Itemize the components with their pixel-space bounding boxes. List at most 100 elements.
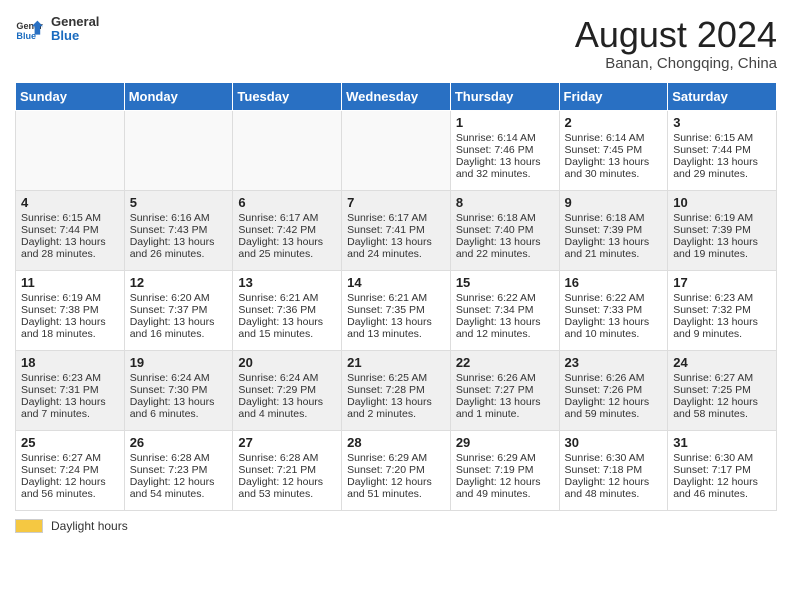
day-number: 27: [238, 435, 336, 450]
cell-text: and 22 minutes.: [456, 248, 554, 260]
cell-text: Sunrise: 6:26 AM: [456, 372, 554, 384]
cell-text: and 13 minutes.: [347, 328, 445, 340]
calendar-cell: 28Sunrise: 6:29 AMSunset: 7:20 PMDayligh…: [342, 430, 451, 510]
calendar-cell: 24Sunrise: 6:27 AMSunset: 7:25 PMDayligh…: [668, 350, 777, 430]
cell-text: Sunset: 7:39 PM: [565, 224, 663, 236]
cell-text: and 46 minutes.: [673, 488, 771, 500]
footer-label: Daylight hours: [51, 519, 128, 533]
day-number: 1: [456, 115, 554, 130]
weekday-header-monday: Monday: [124, 82, 233, 110]
calendar-cell: 7Sunrise: 6:17 AMSunset: 7:41 PMDaylight…: [342, 190, 451, 270]
cell-text: Sunset: 7:35 PM: [347, 304, 445, 316]
week-row-1: 1Sunrise: 6:14 AMSunset: 7:46 PMDaylight…: [16, 110, 777, 190]
title-area: August 2024 Banan, Chongqing, China: [575, 15, 777, 72]
cell-text: Sunrise: 6:19 AM: [21, 292, 119, 304]
cell-text: Daylight: 12 hours: [456, 476, 554, 488]
cell-text: Sunset: 7:46 PM: [456, 144, 554, 156]
calendar-cell: 27Sunrise: 6:28 AMSunset: 7:21 PMDayligh…: [233, 430, 342, 510]
cell-text: Sunset: 7:43 PM: [130, 224, 228, 236]
day-number: 15: [456, 275, 554, 290]
calendar-cell: 1Sunrise: 6:14 AMSunset: 7:46 PMDaylight…: [450, 110, 559, 190]
cell-text: Daylight: 13 hours: [565, 156, 663, 168]
calendar-cell: 3Sunrise: 6:15 AMSunset: 7:44 PMDaylight…: [668, 110, 777, 190]
cell-text: Daylight: 13 hours: [456, 156, 554, 168]
cell-text: and 59 minutes.: [565, 408, 663, 420]
day-number: 3: [673, 115, 771, 130]
weekday-header-tuesday: Tuesday: [233, 82, 342, 110]
cell-text: Sunrise: 6:18 AM: [565, 212, 663, 224]
cell-text: and 1 minute.: [456, 408, 554, 420]
cell-text: Sunset: 7:36 PM: [238, 304, 336, 316]
weekday-header-saturday: Saturday: [668, 82, 777, 110]
calendar-cell: 4Sunrise: 6:15 AMSunset: 7:44 PMDaylight…: [16, 190, 125, 270]
day-number: 8: [456, 195, 554, 210]
cell-text: Sunrise: 6:30 AM: [565, 452, 663, 464]
cell-text: Sunset: 7:17 PM: [673, 464, 771, 476]
daylight-color-box: [15, 519, 43, 533]
cell-text: Sunset: 7:25 PM: [673, 384, 771, 396]
calendar-cell: 13Sunrise: 6:21 AMSunset: 7:36 PMDayligh…: [233, 270, 342, 350]
calendar-cell: 30Sunrise: 6:30 AMSunset: 7:18 PMDayligh…: [559, 430, 668, 510]
day-number: 17: [673, 275, 771, 290]
cell-text: and 24 minutes.: [347, 248, 445, 260]
cell-text: and 4 minutes.: [238, 408, 336, 420]
calendar-cell: 23Sunrise: 6:26 AMSunset: 7:26 PMDayligh…: [559, 350, 668, 430]
cell-text: Sunset: 7:20 PM: [347, 464, 445, 476]
logo: General Blue General Blue: [15, 15, 99, 44]
day-number: 30: [565, 435, 663, 450]
cell-text: Sunset: 7:18 PM: [565, 464, 663, 476]
calendar-cell: [233, 110, 342, 190]
cell-text: Sunrise: 6:18 AM: [456, 212, 554, 224]
cell-text: and 21 minutes.: [565, 248, 663, 260]
main-title: August 2024: [575, 15, 777, 55]
cell-text: and 30 minutes.: [565, 168, 663, 180]
day-number: 29: [456, 435, 554, 450]
cell-text: Daylight: 13 hours: [21, 236, 119, 248]
cell-text: Sunrise: 6:16 AM: [130, 212, 228, 224]
day-number: 2: [565, 115, 663, 130]
calendar-cell: 22Sunrise: 6:26 AMSunset: 7:27 PMDayligh…: [450, 350, 559, 430]
cell-text: Sunset: 7:45 PM: [565, 144, 663, 156]
day-number: 7: [347, 195, 445, 210]
cell-text: Sunrise: 6:19 AM: [673, 212, 771, 224]
cell-text: Daylight: 13 hours: [130, 396, 228, 408]
header: General Blue General Blue August 2024 Ba…: [15, 15, 777, 72]
cell-text: Sunset: 7:27 PM: [456, 384, 554, 396]
cell-text: and 49 minutes.: [456, 488, 554, 500]
cell-text: Daylight: 13 hours: [673, 236, 771, 248]
logo-general: General: [51, 15, 99, 29]
cell-text: Sunset: 7:40 PM: [456, 224, 554, 236]
footer: Daylight hours: [15, 519, 777, 533]
cell-text: Sunrise: 6:21 AM: [238, 292, 336, 304]
cell-text: Sunrise: 6:24 AM: [130, 372, 228, 384]
cell-text: and 48 minutes.: [565, 488, 663, 500]
cell-text: and 15 minutes.: [238, 328, 336, 340]
cell-text: and 53 minutes.: [238, 488, 336, 500]
logo-icon: General Blue: [15, 15, 43, 43]
cell-text: Sunset: 7:38 PM: [21, 304, 119, 316]
cell-text: Sunset: 7:39 PM: [673, 224, 771, 236]
cell-text: Sunset: 7:23 PM: [130, 464, 228, 476]
calendar-cell: [342, 110, 451, 190]
day-number: 18: [21, 355, 119, 370]
cell-text: Sunrise: 6:29 AM: [456, 452, 554, 464]
cell-text: Daylight: 13 hours: [21, 396, 119, 408]
cell-text: and 2 minutes.: [347, 408, 445, 420]
svg-text:Blue: Blue: [16, 31, 36, 41]
cell-text: and 18 minutes.: [21, 328, 119, 340]
calendar-cell: 11Sunrise: 6:19 AMSunset: 7:38 PMDayligh…: [16, 270, 125, 350]
calendar-cell: 14Sunrise: 6:21 AMSunset: 7:35 PMDayligh…: [342, 270, 451, 350]
day-number: 25: [21, 435, 119, 450]
cell-text: and 26 minutes.: [130, 248, 228, 260]
cell-text: Daylight: 13 hours: [565, 316, 663, 328]
cell-text: and 29 minutes.: [673, 168, 771, 180]
calendar-cell: 21Sunrise: 6:25 AMSunset: 7:28 PMDayligh…: [342, 350, 451, 430]
day-number: 4: [21, 195, 119, 210]
cell-text: Daylight: 13 hours: [238, 236, 336, 248]
day-number: 24: [673, 355, 771, 370]
cell-text: Sunset: 7:28 PM: [347, 384, 445, 396]
cell-text: and 28 minutes.: [21, 248, 119, 260]
calendar-cell: 9Sunrise: 6:18 AMSunset: 7:39 PMDaylight…: [559, 190, 668, 270]
cell-text: Sunrise: 6:29 AM: [347, 452, 445, 464]
calendar-cell: 10Sunrise: 6:19 AMSunset: 7:39 PMDayligh…: [668, 190, 777, 270]
